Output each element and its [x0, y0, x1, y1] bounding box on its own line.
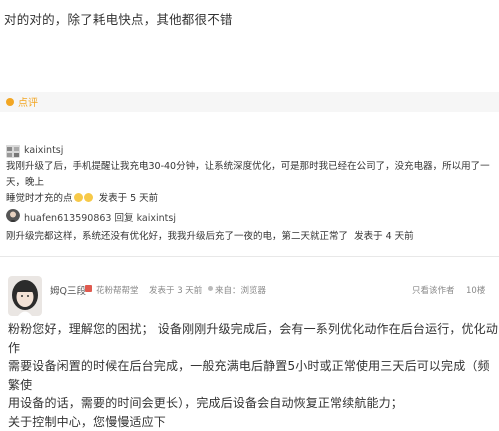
reply-text: 我刚升级了后，手机提醒让我充电30-40分钟，让系统深度优化，可是那时我已经在公…	[6, 159, 496, 207]
avatar[interactable]	[6, 208, 20, 222]
grin-emoji-icon	[84, 193, 93, 202]
reply-username[interactable]: huafen613590863	[24, 213, 111, 224]
user-badge: 花粉帮帮堂	[96, 284, 139, 296]
grin-emoji-icon	[74, 193, 83, 202]
reply-header: huafen613590863 回复 kaixintsj	[24, 210, 176, 224]
answer-body: 粉粉您好，理解您的困扰； 设备刚刚升级完成后，会有一系列优化动作在后台运行，优化…	[8, 320, 498, 431]
reply-username[interactable]: kaixintsj	[24, 145, 63, 156]
answer-line: 需要设备闲置的时候在后台完成，一般充满电后静置5小时或正常使用三天后可以完成（频…	[8, 357, 498, 394]
floor-number: 10楼	[466, 284, 485, 296]
reply-label: 回复	[115, 213, 134, 224]
badge-icon	[85, 285, 92, 292]
answer-line: 用设备的话，需要的时间会更长），完成后设备会自动恢复正常续航能力；	[8, 394, 498, 413]
divider	[0, 256, 499, 257]
reply-time: 发表于 5 天前	[99, 193, 159, 204]
top-comment-text: 对的对的，除了耗电快点，其他都很不错	[4, 9, 233, 28]
only-author-link[interactable]: 只看该作者	[412, 284, 455, 296]
avatar[interactable]	[8, 276, 42, 316]
avatar[interactable]	[6, 144, 20, 158]
dot-separator	[208, 286, 213, 291]
answer-username[interactable]: 姆Q三段	[50, 283, 86, 297]
answer-line: 粉粉您好，理解您的困扰； 设备刚刚升级完成后，会有一系列优化动作在后台运行，优化…	[8, 320, 498, 357]
reply-text-line: 我刚升级了后，手机提醒让我充电30-40分钟，让系统深度优化，可是那时我已经在公…	[6, 161, 490, 188]
reply-time: 发表于 4 天前	[354, 231, 414, 242]
reply-text: 刚升级完都这样，系统还没有优化好，我我升级后充了一夜的电，第二天就正常了 发表于…	[6, 229, 496, 245]
comment-section-label: 点评	[18, 94, 38, 109]
reply-text-line: 睡觉时才充的点	[6, 193, 73, 204]
reply-text-line: 刚升级完都这样，系统还没有优化好，我我升级后充了一夜的电，第二天就正常了	[6, 231, 348, 242]
post-source: 来自：浏览器	[215, 284, 266, 296]
answer-line: 关于控制中心，您慢慢适应下	[8, 413, 498, 431]
reply-to-username[interactable]: kaixintsj	[137, 213, 176, 224]
comment-icon	[6, 98, 14, 106]
post-time: 发表于 3 天前	[149, 284, 202, 296]
comment-section-header: 点评	[0, 92, 499, 112]
